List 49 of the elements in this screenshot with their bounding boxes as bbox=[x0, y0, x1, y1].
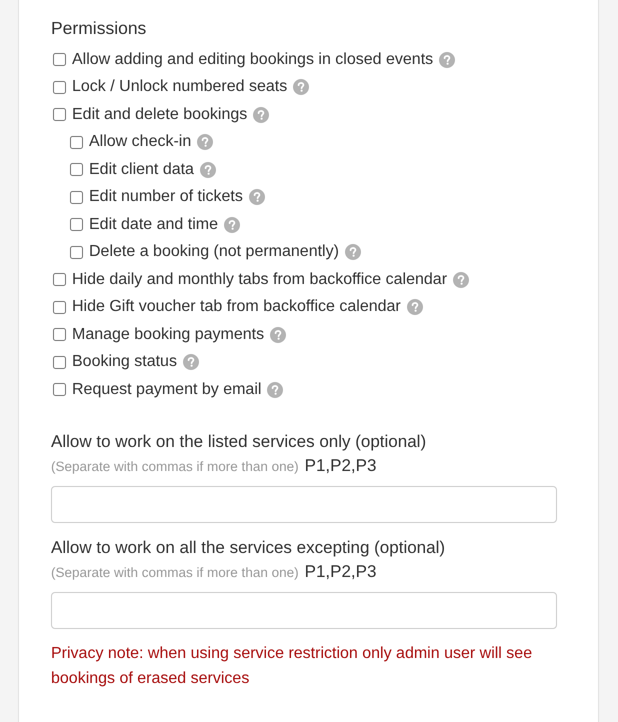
checkbox-label: Edit client data bbox=[89, 160, 194, 180]
help-icon[interactable] bbox=[200, 162, 216, 178]
section-heading: Permissions bbox=[51, 18, 148, 38]
checkbox[interactable] bbox=[70, 136, 83, 149]
hint-text: (Separate with commas if more than one) bbox=[51, 458, 299, 476]
checkbox[interactable] bbox=[70, 246, 83, 259]
checkbox-label: Request payment by email bbox=[72, 380, 262, 400]
help-icon[interactable] bbox=[293, 79, 310, 96]
privacy-note: Privacy note: when using service restriction only admin user will see bookings of erased services bbox=[51, 644, 534, 688]
checkbox-label: Edit date and time bbox=[89, 214, 218, 235]
checkbox[interactable] bbox=[70, 190, 83, 204]
example-text: P1,P2,P3 bbox=[304, 560, 376, 582]
checkbox[interactable] bbox=[53, 273, 66, 286]
field-label: Allow to work on all the services excepting (optional) bbox=[51, 536, 446, 558]
help-icon[interactable] bbox=[224, 216, 240, 233]
example-text: P1,P2,P3 bbox=[304, 454, 376, 476]
input-field[interactable] bbox=[51, 486, 557, 522]
help-icon[interactable] bbox=[453, 272, 470, 288]
help-icon[interactable] bbox=[344, 244, 361, 260]
checkbox-label: Hide Gift voucher tab from backoffice calendar bbox=[72, 297, 401, 318]
checkbox[interactable] bbox=[53, 328, 66, 342]
field-label: Allow to work on the listed services only (optional) bbox=[51, 430, 428, 452]
checkbox[interactable] bbox=[53, 80, 66, 94]
help-icon[interactable] bbox=[253, 106, 270, 123]
checkbox-label: Hide daily and monthly tabs from backoffice calendar bbox=[72, 270, 448, 290]
checkbox-label: Allow check-in bbox=[89, 132, 192, 152]
checkbox-label: Manage booking payments bbox=[72, 324, 264, 345]
checkbox[interactable] bbox=[53, 383, 66, 396]
checkbox[interactable] bbox=[53, 108, 66, 122]
checkbox[interactable] bbox=[53, 300, 66, 314]
checkbox[interactable] bbox=[70, 163, 83, 176]
checkbox-label: Booking status bbox=[72, 352, 177, 372]
input-field[interactable] bbox=[51, 592, 557, 628]
help-icon[interactable] bbox=[270, 326, 286, 343]
checkbox-label: Edit and delete bookings bbox=[72, 104, 248, 125]
checkbox[interactable] bbox=[53, 356, 66, 369]
checkbox-label: Edit number of tickets bbox=[89, 187, 243, 208]
checkbox-label: Allow adding and editing bookings in closed events bbox=[72, 50, 434, 70]
checkbox[interactable] bbox=[53, 53, 66, 66]
help-icon[interactable] bbox=[197, 134, 214, 150]
help-icon[interactable] bbox=[406, 299, 423, 316]
checkbox-label: Lock / Unlock numbered seats bbox=[72, 77, 288, 98]
help-icon[interactable] bbox=[439, 52, 456, 68]
hint-text: (Separate with commas if more than one) bbox=[51, 564, 299, 582]
checkbox[interactable] bbox=[70, 218, 83, 232]
help-icon[interactable] bbox=[267, 382, 284, 398]
help-icon[interactable] bbox=[248, 189, 265, 206]
checkbox-label: Delete a booking (not permanently) bbox=[89, 242, 339, 262]
help-icon[interactable] bbox=[182, 354, 199, 370]
